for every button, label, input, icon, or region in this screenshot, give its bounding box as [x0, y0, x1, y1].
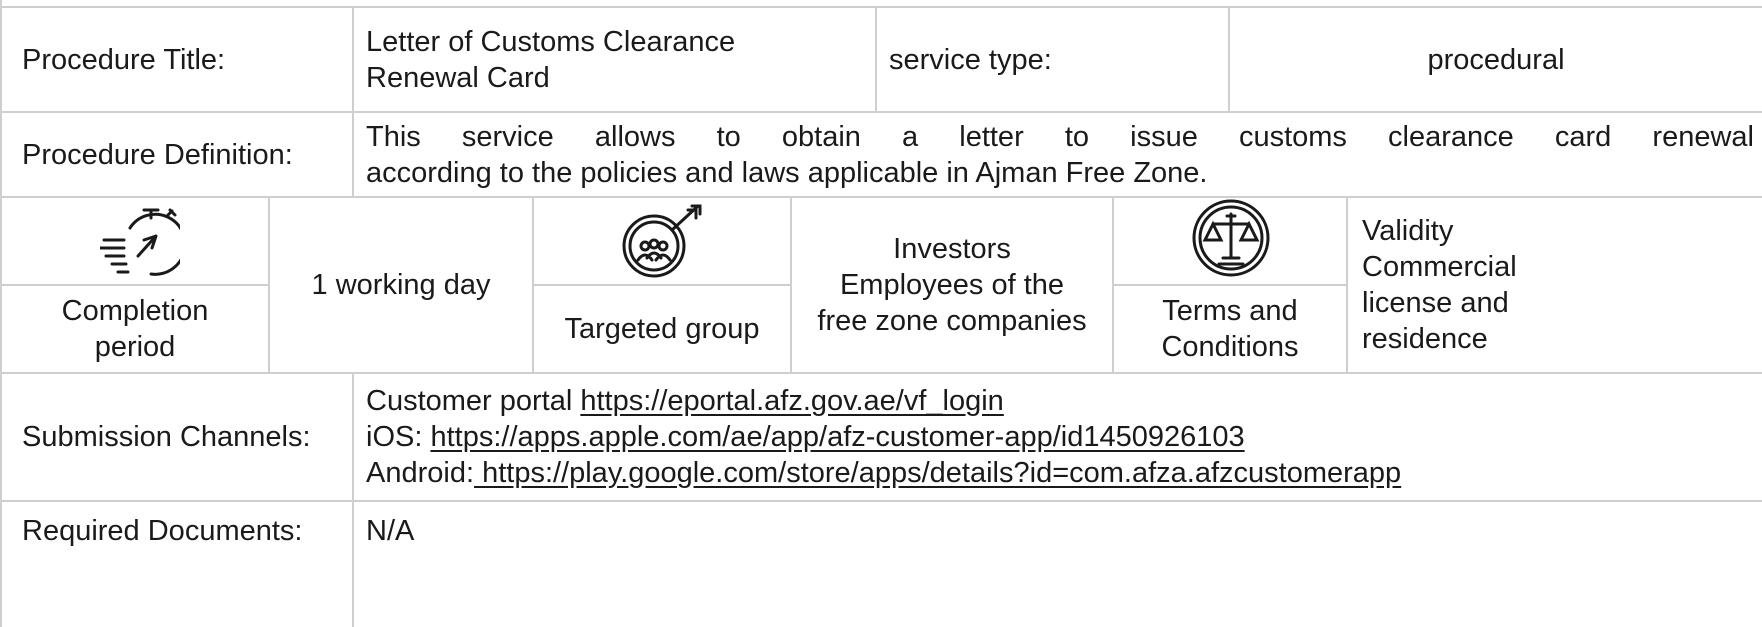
targeted-group-line: Investors [893, 233, 1011, 265]
procedure-card: Procedure Title: Letter of Customs Clear… [0, 0, 1762, 627]
procedure-title-line: Renewal Card [366, 61, 550, 94]
terms-label-line: Conditions [1161, 331, 1299, 363]
terms-conditions-value: Validity Commercial license and residenc… [1362, 198, 1760, 372]
scales-icon [1186, 198, 1276, 284]
procedure-title-value: Letter of Customs Clearance Renewal Card [366, 8, 866, 111]
ios-channel: iOS: https://apps.apple.com/ae/app/afz-c… [366, 419, 1401, 455]
terms-value-line: Commercial [1362, 251, 1517, 283]
terms-conditions-label: Terms and Conditions [1114, 286, 1346, 372]
completion-period-value: 1 working day [311, 269, 491, 301]
submission-channels-value: Customer portal https://eportal.afz.gov.… [366, 374, 1758, 500]
stopwatch-icon [100, 202, 180, 280]
android-prefix: Android: [366, 457, 475, 489]
required-documents-value: N/A [366, 515, 415, 547]
portal-channel: Customer portal https://eportal.afz.gov.… [366, 383, 1401, 419]
definition-line: This service allows to obtain a letter t… [366, 120, 1754, 153]
targeted-group-value: Investors Employees of the free zone com… [792, 198, 1112, 372]
procedure-definition-label: Procedure Definition: [22, 138, 293, 171]
completion-label-line: period [94, 331, 176, 363]
table-border [352, 6, 354, 196]
android-channel: Android: https://play.google.com/store/a… [366, 455, 1401, 491]
targeted-group-line: free zone companies [817, 305, 1087, 337]
procedure-title-label: Procedure Title: [22, 43, 226, 76]
table-border [352, 372, 354, 627]
portal-prefix: Customer portal [366, 385, 581, 417]
procedure-definition-value: This service allows to obtain a letter t… [366, 113, 1754, 196]
android-link[interactable]: https://play.google.com/store/apps/detai… [474, 457, 1401, 489]
targeted-group-line: Employees of the [839, 269, 1065, 301]
terms-value-line: Validity [1362, 215, 1454, 247]
service-type-label: service type: [889, 43, 1052, 76]
completion-period-label: Completion period [2, 286, 268, 372]
ios-link[interactable]: https://apps.apple.com/ae/app/afz-custom… [430, 421, 1244, 453]
procedure-title-line: Letter of Customs Clearance [366, 25, 736, 58]
targeted-group-label: Targeted group [564, 313, 760, 345]
target-group-icon [612, 200, 708, 280]
terms-value-line: license and [1362, 287, 1509, 319]
service-type-value: procedural [1427, 43, 1565, 76]
portal-link[interactable]: https://eportal.afz.gov.ae/vf_login [580, 385, 1003, 417]
submission-channels-label: Submission Channels: [22, 421, 311, 453]
required-documents-label: Required Documents: [22, 515, 303, 547]
completion-label-line: Completion [61, 295, 209, 327]
definition-line: according to the policies and laws appli… [366, 156, 1208, 189]
table-border [1346, 196, 1348, 372]
ios-prefix: iOS: [366, 421, 431, 453]
table-border [875, 6, 877, 111]
terms-value-line: residence [1362, 323, 1488, 355]
terms-label-line: Terms and [1162, 295, 1298, 327]
